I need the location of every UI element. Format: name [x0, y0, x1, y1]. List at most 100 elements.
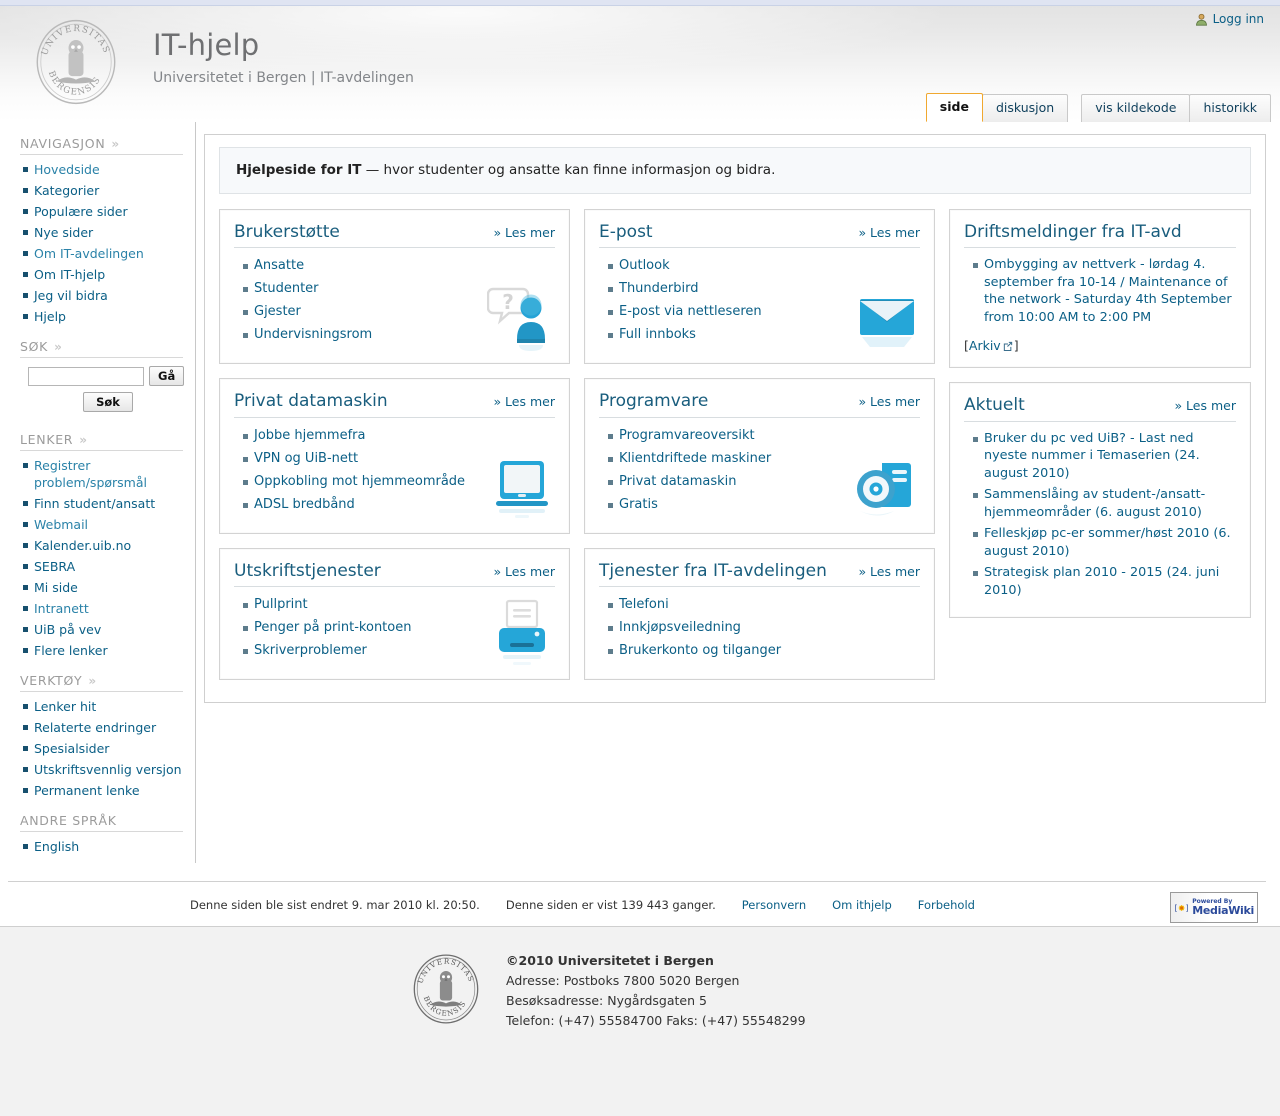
card-list: Ombygging av nettverk - lørdag 4. septem…: [964, 256, 1236, 326]
link-vpn[interactable]: VPN og UiB-nett: [254, 451, 358, 466]
card-list: Bruker du pc ved UiB? - Last ned nyeste …: [964, 430, 1236, 600]
les-mer-link[interactable]: » Les mer: [1174, 398, 1236, 413]
les-mer-link[interactable]: » Les mer: [858, 225, 920, 240]
search-row: Gå: [28, 366, 187, 386]
les-mer-link[interactable]: » Les mer: [493, 225, 555, 240]
link-jobbe-hjemmefra[interactable]: Jobbe hjemmefra: [254, 428, 365, 443]
sidebar-item-sebra[interactable]: SEBRA: [34, 559, 75, 574]
sidebar-item-om-it-hjelp[interactable]: Om IT-hjelp: [34, 267, 105, 282]
link-aktuelt-1[interactable]: Bruker du pc ved UiB? - Last ned nyeste …: [984, 431, 1200, 481]
sidebar-item-uib-pa-vev[interactable]: UiB på vev: [34, 622, 101, 637]
sidebar-item-flere-lenker[interactable]: Flere lenker: [34, 643, 108, 658]
page-subtitle: Universitetet i Bergen | IT-avdelingen: [153, 69, 414, 86]
link-gjester[interactable]: Gjester: [254, 304, 301, 319]
tab-vis-kildekode[interactable]: vis kildekode: [1081, 94, 1191, 122]
link-penger-print[interactable]: Penger på print-kontoen: [254, 620, 411, 635]
card-grid-left: Brukerstøtte » Les mer Ansatte Studenter…: [219, 208, 935, 681]
link-telefoni[interactable]: Telefoni: [619, 597, 669, 612]
link-adsl[interactable]: ADSL bredbånd: [254, 497, 355, 512]
login-area[interactable]: Logg inn: [1195, 12, 1264, 26]
footer-link-personvern[interactable]: Personvern: [742, 898, 806, 912]
sidebar-item-om-it-avdelingen[interactable]: Om IT-avdelingen: [34, 246, 144, 261]
sidebar-item-relaterte-endringer[interactable]: Relaterte endringer: [34, 720, 156, 735]
link-programvareoversikt[interactable]: Programvareoversikt: [619, 428, 755, 443]
card-header: Driftsmeldinger fra IT-avd: [964, 222, 1236, 249]
sidebar-item-nye-sider[interactable]: Nye sider: [34, 225, 93, 240]
les-mer-link[interactable]: » Les mer: [858, 564, 920, 579]
les-mer-link[interactable]: » Les mer: [493, 564, 555, 579]
search-input[interactable]: [28, 366, 144, 386]
sidebar-item-hovedside[interactable]: Hovedside: [34, 162, 100, 177]
sidebar-item-intranett[interactable]: Intranett: [34, 601, 89, 616]
card-header: Privat datamaskin » Les mer: [234, 391, 555, 418]
list-item: Webmail: [23, 516, 187, 533]
link-gratis[interactable]: Gratis: [619, 497, 658, 512]
card-aktuelt: Aktuelt » Les mer Bruker du pc ved UiB? …: [949, 382, 1251, 619]
sidebar-item-lenker-hit[interactable]: Lenker hit: [34, 699, 96, 714]
link-driftsmelding-1[interactable]: Ombygging av nettverk - lørdag 4. septem…: [984, 257, 1232, 325]
list-item: Brukerkonto og tilganger: [608, 642, 920, 660]
login-link[interactable]: Logg inn: [1213, 12, 1264, 26]
link-outlook[interactable]: Outlook: [619, 258, 670, 273]
sidebar-item-kategorier[interactable]: Kategorier: [34, 183, 99, 198]
link-privat-datamaskin[interactable]: Privat datamaskin: [619, 474, 737, 489]
link-thunderbird[interactable]: Thunderbird: [619, 281, 699, 296]
search-box: Gå Søk: [8, 358, 187, 418]
footer-link-forbehold[interactable]: Forbehold: [918, 898, 975, 912]
sidebar-item-kalender[interactable]: Kalender.uib.no: [34, 538, 131, 553]
sidebar-item-english[interactable]: English: [34, 839, 79, 854]
sidebar-item-mi-side[interactable]: Mi side: [34, 580, 78, 595]
link-undervisningsrom[interactable]: Undervisningsrom: [254, 327, 372, 342]
les-mer-link[interactable]: » Les mer: [858, 394, 920, 409]
link-brukerkonto[interactable]: Brukerkonto og tilganger: [619, 643, 781, 658]
search-go-button[interactable]: Gå: [149, 366, 185, 386]
list-item: Undervisningsrom: [243, 326, 555, 344]
card-title: Aktuelt: [964, 395, 1025, 416]
link-skriverproblemer[interactable]: Skriverproblemer: [254, 643, 367, 658]
sidebar-item-webmail[interactable]: Webmail: [34, 517, 88, 532]
card-header: Programvare » Les mer: [599, 391, 920, 418]
tab-diskusjon[interactable]: diskusjon: [981, 94, 1069, 122]
link-innkjopsveiledning[interactable]: Innkjøpsveiledning: [619, 620, 741, 635]
les-mer-link[interactable]: » Les mer: [493, 394, 555, 409]
card-title: Utskriftstjenester: [234, 560, 381, 581]
sidebar-item-jeg-vil-bidra[interactable]: Jeg vil bidra: [34, 288, 108, 303]
visit-address-line: Besøksadresse: Nygårdsgaten 5: [506, 993, 707, 1008]
site-footer: Denne siden ble sist endret 9. mar 2010 …: [0, 882, 1280, 926]
list-item: Utskriftsvennlig versjon: [23, 761, 187, 778]
list-item: Populære sider: [23, 203, 187, 220]
sidebar-heading-links-label: LENKER: [20, 432, 74, 447]
search-submit-row: Søk: [28, 386, 188, 412]
tab-side[interactable]: side: [925, 93, 983, 122]
link-oppkobling[interactable]: Oppkobling mot hjemmeområde: [254, 474, 465, 489]
portlet-tools: VERKTØY » Lenker hit Relaterte endringer…: [0, 673, 195, 799]
sidebar-heading-tools-label: VERKTØY: [20, 673, 83, 688]
archive-link[interactable]: Arkiv: [969, 338, 1001, 353]
link-studenter[interactable]: Studenter: [254, 281, 319, 296]
uib-seal-logo: UNIVERSITAS BERGENSIS: [36, 19, 116, 105]
sidebar-item-registrer-problem[interactable]: Registrer problem/spørsmål: [34, 458, 147, 490]
link-epost-nettleser[interactable]: E-post via nettleseren: [619, 304, 762, 319]
sidebar-heading-links: LENKER »: [20, 432, 183, 451]
phone-line: Telefon: (+47) 55584700 Faks: (+47) 5554…: [506, 1013, 806, 1028]
link-klientdriftede[interactable]: Klientdriftede maskiner: [619, 451, 771, 466]
sidebar-item-utskriftsvennlig[interactable]: Utskriftsvennlig versjon: [34, 762, 182, 777]
list-item: SEBRA: [23, 558, 187, 575]
link-full-innboks[interactable]: Full innboks: [619, 327, 696, 342]
sidebar-item-permanent-lenke[interactable]: Permanent lenke: [34, 783, 140, 798]
sidebar-item-spesialsider[interactable]: Spesialsider: [34, 741, 109, 756]
link-aktuelt-4[interactable]: Strategisk plan 2010 - 2015 (24. juni 20…: [984, 565, 1219, 598]
link-ansatte[interactable]: Ansatte: [254, 258, 304, 273]
card-list: Outlook Thunderbird E-post via nettleser…: [599, 257, 920, 344]
link-aktuelt-2[interactable]: Sammenslåing av student-/ansatt-hjemmeom…: [984, 487, 1205, 520]
link-pullprint[interactable]: Pullprint: [254, 597, 308, 612]
sidebar-item-hjelp[interactable]: Hjelp: [34, 309, 66, 324]
sidebar-item-finn-student-ansatt[interactable]: Finn student/ansatt: [34, 496, 155, 511]
link-aktuelt-3[interactable]: Felleskjøp pc-er sommer/høst 2010 (6. au…: [984, 526, 1231, 559]
tab-historikk[interactable]: historikk: [1189, 94, 1271, 122]
footer-link-om-ithjelp[interactable]: Om ithjelp: [832, 898, 892, 912]
sidebar-item-populaere-sider[interactable]: Populære sider: [34, 204, 128, 219]
search-button[interactable]: Søk: [83, 392, 133, 412]
sidebar-heading-tools: VERKTØY »: [20, 673, 183, 692]
powered-by-mediawiki-badge[interactable]: [ ] Powered By MediaWiki: [1170, 892, 1258, 923]
